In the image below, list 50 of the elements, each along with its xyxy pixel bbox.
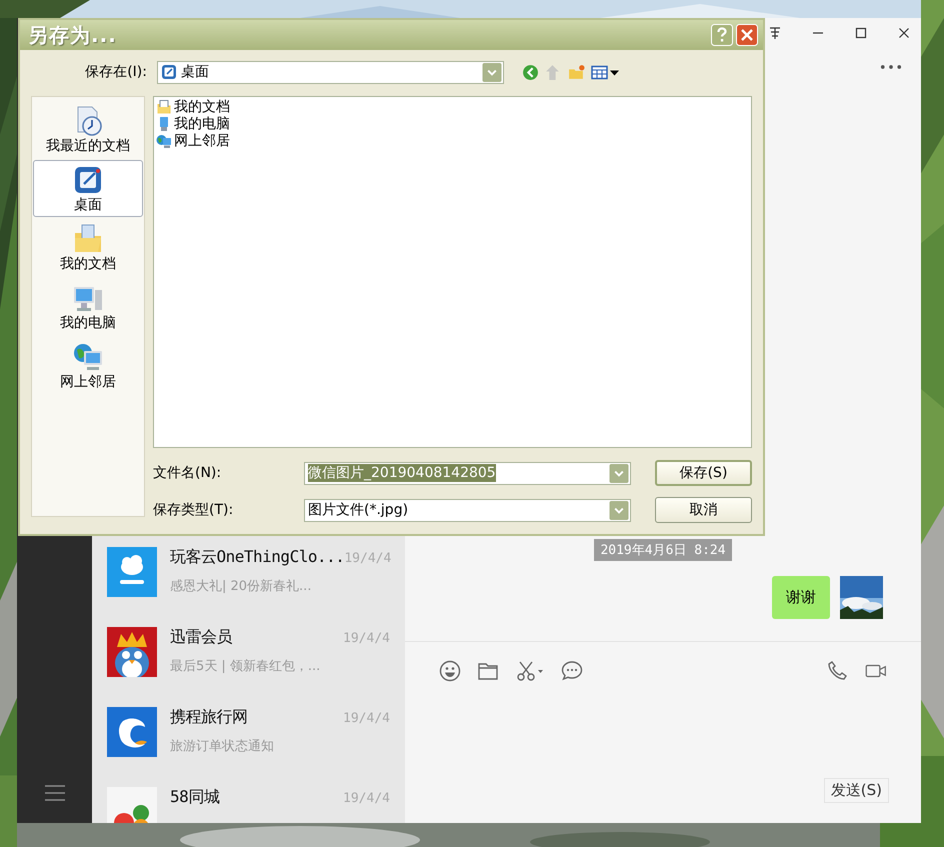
send-button[interactable]: 发送(S) — [824, 778, 889, 803]
save-button[interactable]: 保存(S) — [655, 460, 752, 486]
chat-name: 玩客云OneThingClo... — [170, 547, 344, 568]
new-folder-icon[interactable] — [568, 64, 585, 80]
view-menu-icon[interactable] — [591, 64, 621, 80]
dialog-title: 另存为... — [28, 22, 118, 48]
pin-icon[interactable] — [768, 26, 782, 40]
chat-date: 19/4/4 — [344, 551, 392, 566]
close-icon[interactable] — [897, 26, 911, 40]
file-type-label: 保存类型(T): — [153, 501, 234, 519]
menu-icon[interactable] — [44, 785, 64, 801]
place-item[interactable]: 我的文档 — [33, 219, 143, 276]
bird-crown-icon[interactable] — [107, 627, 157, 677]
chat-bubble-icon[interactable] — [561, 660, 583, 682]
file-item[interactable]: 我的文档 — [156, 98, 230, 115]
chat-preview: 最后5天 | 领新春红包，... — [170, 658, 322, 675]
cloud-icon[interactable] — [107, 547, 157, 597]
desktop-icon — [161, 64, 177, 80]
file-name-field[interactable]: 微信图片_20190408142805 — [304, 462, 631, 484]
chat-name: 携程旅行网 — [170, 707, 248, 728]
message-bubble: 谢谢 — [772, 576, 830, 619]
emoji-icon[interactable] — [439, 660, 461, 682]
maximize-icon[interactable] — [854, 26, 868, 40]
file-item[interactable]: 我的电脑 — [156, 115, 230, 132]
network-icon — [156, 132, 172, 148]
place-item[interactable]: 我的电脑 — [33, 278, 143, 335]
chat-date: 19/4/4 — [343, 631, 390, 646]
chat-name: 58同城 — [170, 787, 220, 808]
documents-icon — [156, 98, 172, 114]
place-item[interactable]: 桌面 — [33, 160, 143, 217]
cancel-button[interactable]: 取消 — [655, 497, 752, 523]
documents-icon — [72, 222, 104, 254]
dolphin-icon[interactable] — [107, 707, 157, 757]
chat-date: 19/4/4 — [343, 711, 390, 726]
place-item[interactable]: 网上邻居 — [33, 337, 143, 394]
place-item[interactable]: 我最近的文档 — [33, 101, 143, 158]
timestamp: 2019年4月6日 8:24 — [594, 539, 732, 561]
file-name-label: 文件名(N): — [153, 464, 222, 482]
more-icon[interactable] — [880, 64, 902, 70]
save-in-label: 保存在(I): — [84, 63, 147, 81]
back-icon[interactable] — [522, 64, 539, 80]
phone-icon[interactable] — [827, 660, 849, 682]
save-in-combo[interactable]: 桌面 — [157, 60, 504, 84]
file-type-combo[interactable]: 图片文件(*.jpg) — [304, 498, 631, 522]
chat-date: 19/4/4 — [343, 791, 390, 806]
chat-preview: 感恩大礼| 20份新春礼... — [170, 578, 312, 595]
chat-preview: 旅游订单状态通知 — [170, 738, 275, 755]
scissors-icon[interactable] — [515, 660, 545, 682]
file-item[interactable]: 网上邻居 — [156, 132, 230, 149]
chat-name: 迅雷会员 — [170, 627, 232, 648]
